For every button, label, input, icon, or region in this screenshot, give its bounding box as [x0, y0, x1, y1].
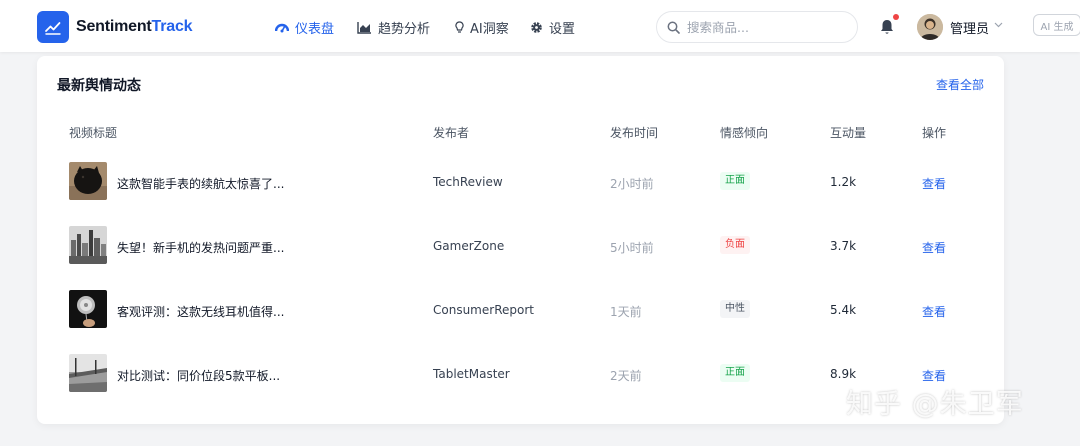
column-header-interactions: 互动量: [830, 126, 867, 140]
lightbulb-icon: [455, 20, 464, 33]
nav-settings[interactable]: 设置: [530, 17, 575, 37]
row-video-title[interactable]: 失望！新手机的发热问题严重...: [117, 239, 284, 256]
nav-trend-analysis-label: 趋势分析: [378, 21, 431, 37]
view-button[interactable]: 查看: [922, 303, 946, 320]
column-header-time: 发布时间: [610, 126, 659, 140]
row-publisher: TechReview: [433, 175, 503, 189]
view-all-link[interactable]: 查看全部: [936, 76, 984, 93]
city-skyline-thumbnail: [69, 226, 107, 264]
app-name-accent: Track: [151, 18, 193, 35]
dark-cat-thumbnail: [69, 162, 107, 200]
column-header-publisher: 发布者: [433, 126, 470, 140]
card-title: 最新舆情动态: [57, 78, 141, 94]
avatar[interactable]: [917, 14, 943, 40]
row-publisher: GamerZone: [433, 239, 505, 253]
search-input[interactable]: [687, 19, 847, 35]
nav-ai-insights-label: AI洞察: [470, 21, 509, 37]
app-name-primary: Sentiment: [76, 18, 152, 35]
nav-dashboard[interactable]: 仪表盘: [275, 17, 334, 37]
bell-icon[interactable]: [879, 18, 895, 36]
column-header-action: 操作: [922, 126, 947, 140]
row-interactions: 1.2k: [830, 175, 857, 189]
dandelion-thumbnail: [69, 290, 107, 328]
row-publish-time: 5小时前: [610, 241, 654, 255]
row-video-title[interactable]: 客观评测：这款无线耳机值得...: [117, 303, 284, 320]
app-name: SentimentTrack: [76, 18, 193, 36]
watermark-text: 知乎 @朱卫军: [846, 389, 1024, 420]
gear-icon: [531, 21, 542, 33]
row-publish-time: 2小时前: [610, 177, 654, 191]
sentiment-badge: 负面: [720, 236, 750, 254]
chevron-down-icon[interactable]: [994, 22, 1003, 28]
search-box[interactable]: [656, 11, 858, 43]
nav-ai-insights[interactable]: AI洞察: [455, 17, 509, 37]
top-navbar: SentimentTrack 仪表盘 趋势分析 AI洞察 设置 搜索商品... …: [0, 0, 1080, 52]
sentiment-badge: 中性: [720, 300, 750, 318]
sentiment-badge: 正面: [720, 172, 750, 190]
sentiment-badge: 正面: [720, 364, 750, 382]
row-publisher: ConsumerReport: [433, 303, 534, 317]
app-logo[interactable]: SentimentTrack: [37, 11, 193, 43]
row-interactions: 8.9k: [830, 367, 857, 381]
nav-settings-label: 设置: [549, 21, 576, 37]
column-header-title: 视频标题: [69, 126, 118, 140]
row-publisher: TabletMaster: [433, 367, 510, 381]
nav-dashboard-label: 仪表盘: [295, 21, 335, 37]
view-button[interactable]: 查看: [922, 239, 946, 256]
search-icon: [667, 21, 680, 34]
ai-generated-badge: AI 生成: [1033, 14, 1080, 36]
dashboard-icon: [275, 23, 289, 32]
grayscale-landscape-thumbnail: [69, 354, 107, 392]
user-name[interactable]: 管理员: [950, 18, 989, 37]
trend-chart-icon: [37, 11, 69, 43]
area-chart-icon: [357, 21, 371, 34]
nav-trend-analysis[interactable]: 趋势分析: [357, 17, 430, 37]
row-interactions: 3.7k: [830, 239, 857, 253]
row-video-title[interactable]: 这款智能手表的续航太惊喜了...: [117, 175, 284, 192]
view-button[interactable]: 查看: [922, 175, 946, 192]
row-publish-time: 1天前: [610, 305, 642, 319]
table-row: 这款智能手表的续航太惊喜了... TechReview 2小时前 正面 1.2k…: [37, 150, 1004, 214]
row-publish-time: 2天前: [610, 369, 642, 383]
column-header-sentiment: 情感倾向: [720, 126, 769, 140]
notification-dot: [893, 14, 899, 20]
row-interactions: 5.4k: [830, 303, 857, 317]
latest-sentiment-card: 最新舆情动态 查看全部 视频标题 发布者 发布时间 情感倾向 互动量 操作 这款…: [37, 56, 1004, 424]
row-video-title[interactable]: 对比测试：同价位段5款平板...: [117, 367, 280, 384]
table-row: 失望！新手机的发热问题严重... GamerZone 5小时前 负面 3.7k …: [37, 214, 1004, 278]
table-row: 客观评测：这款无线耳机值得... ConsumerReport 1天前 中性 5…: [37, 278, 1004, 342]
